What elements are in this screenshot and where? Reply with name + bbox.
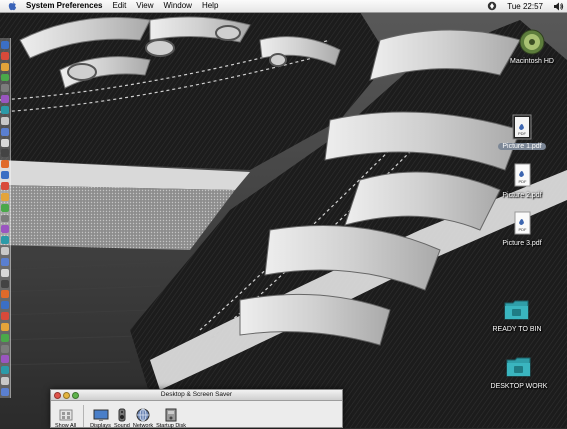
- svg-text:PDF: PDF: [519, 179, 528, 184]
- pdf-file-icon[interactable]: PDF: [508, 113, 536, 141]
- menu-bar: System Preferences Edit View Window Help…: [0, 0, 567, 13]
- desktop-icon-label: Macintosh HD: [510, 58, 554, 65]
- dock-app-icon[interactable]: [1, 268, 9, 277]
- toolbar-label: Show All: [55, 423, 77, 429]
- close-button[interactable]: [54, 391, 61, 399]
- apple-menu-icon[interactable]: [6, 0, 18, 12]
- picture-3-icon-item[interactable]: PDF Picture 3.pdf: [490, 210, 554, 247]
- view-menu[interactable]: View: [131, 0, 158, 12]
- network-status-icon[interactable]: [486, 1, 498, 11]
- dock-app-icon[interactable]: [1, 62, 9, 71]
- dock-app-icon[interactable]: [1, 366, 9, 375]
- dock-app-icon[interactable]: [1, 41, 9, 49]
- dock-app-icon[interactable]: [1, 333, 9, 342]
- network-icon: [135, 408, 151, 422]
- dock-app-icon[interactable]: [1, 225, 9, 234]
- window-title: Desktop & Screen Saver: [160, 391, 233, 398]
- desktop-icon-label: Picture 2.pdf: [502, 192, 542, 199]
- dock-app-icon[interactable]: [1, 106, 9, 115]
- dock-app-icon[interactable]: [1, 116, 9, 125]
- desktop-icon-label: READY TO BIN: [492, 326, 542, 333]
- dock-app-icon[interactable]: [1, 344, 9, 353]
- pdf-file-icon[interactable]: PDF: [508, 162, 536, 190]
- dock-app-icon[interactable]: [1, 95, 9, 104]
- startup-disk-icon: [163, 408, 179, 422]
- sound-button[interactable]: Sound: [114, 408, 130, 429]
- dock-app-icon[interactable]: [1, 138, 9, 147]
- show-all-button[interactable]: Show All: [55, 408, 76, 429]
- desktop-work-folder[interactable]: DESKTOP WORK: [487, 353, 551, 390]
- minimize-button[interactable]: [63, 391, 70, 399]
- toolbar-label: Sound: [113, 423, 130, 429]
- startup-disk-button[interactable]: Startup Disk: [156, 408, 186, 429]
- dock-app-icon[interactable]: [1, 73, 9, 82]
- dock-app-icon[interactable]: [1, 181, 9, 190]
- show-all-icon: [58, 408, 74, 422]
- dock-app-icon[interactable]: [1, 377, 9, 386]
- dock-app-icon[interactable]: [1, 203, 9, 212]
- dock-app-icon[interactable]: [1, 192, 9, 201]
- macintosh-hd-icon-item[interactable]: Macintosh HD: [500, 28, 564, 65]
- dock-app-icon[interactable]: [1, 290, 9, 299]
- sound-icon: [114, 408, 130, 422]
- toolbar-label: Network: [132, 423, 154, 429]
- volume-icon[interactable]: [552, 1, 564, 11]
- help-menu[interactable]: Help: [197, 0, 223, 12]
- pdf-file-icon[interactable]: PDF: [508, 210, 536, 238]
- ready-to-bin-folder[interactable]: READY TO BIN: [485, 296, 549, 333]
- window-menu[interactable]: Window: [159, 0, 197, 12]
- toolbar-divider: [83, 405, 85, 427]
- folder-icon[interactable]: [503, 296, 531, 324]
- dock-app-icon[interactable]: [1, 127, 9, 136]
- toolbar-label: Displays: [90, 423, 111, 429]
- zoom-button[interactable]: [72, 391, 79, 399]
- picture-1-icon-item[interactable]: PDF Picture 1.pdf: [490, 113, 554, 150]
- displays-button[interactable]: Displays: [90, 408, 111, 429]
- dock-app-icon[interactable]: [1, 160, 9, 169]
- dock-app-icon[interactable]: [1, 84, 9, 93]
- dock-app-icon[interactable]: [1, 214, 9, 223]
- dock-app-icon[interactable]: [1, 301, 9, 310]
- dock-app-icon[interactable]: [1, 171, 9, 180]
- dock-app-icon[interactable]: [1, 247, 9, 255]
- dock: [0, 38, 11, 398]
- svg-text:PDF: PDF: [518, 131, 527, 136]
- dock-app-icon[interactable]: [1, 279, 9, 288]
- window-titlebar[interactable]: Desktop & Screen Saver: [51, 390, 342, 401]
- dock-app-icon[interactable]: [1, 355, 9, 364]
- window-toolbar: Show All Displays Sound Network Startup: [51, 401, 342, 429]
- desktop-icon-label: Picture 1.pdf: [498, 143, 546, 150]
- dock-app-icon[interactable]: [1, 51, 9, 60]
- picture-2-icon-item[interactable]: PDF Picture 2.pdf: [490, 162, 554, 199]
- desktop-icon-label: Picture 3.pdf: [502, 240, 542, 247]
- dock-app-icon[interactable]: [1, 236, 9, 245]
- dock-app-icon[interactable]: [1, 149, 9, 158]
- dock-app-icon[interactable]: [1, 312, 9, 321]
- hard-disk-icon[interactable]: [518, 28, 546, 56]
- network-button[interactable]: Network: [133, 408, 153, 429]
- edit-menu[interactable]: Edit: [108, 0, 132, 12]
- dock-app-icon[interactable]: [1, 388, 9, 396]
- displays-icon: [93, 408, 109, 422]
- app-menu[interactable]: System Preferences: [26, 0, 108, 12]
- preferences-window: Desktop & Screen Saver Show All Displays…: [50, 389, 343, 429]
- desktop-icon-label: DESKTOP WORK: [490, 383, 548, 390]
- desktop-wallpaper: [0, 0, 567, 428]
- dock-app-icon[interactable]: [1, 257, 9, 266]
- svg-text:PDF: PDF: [519, 227, 528, 232]
- folder-icon[interactable]: [505, 353, 533, 381]
- toolbar-label: Startup Disk: [156, 423, 187, 429]
- menu-clock[interactable]: Tue 22:57: [501, 2, 549, 11]
- dock-app-icon[interactable]: [1, 322, 9, 331]
